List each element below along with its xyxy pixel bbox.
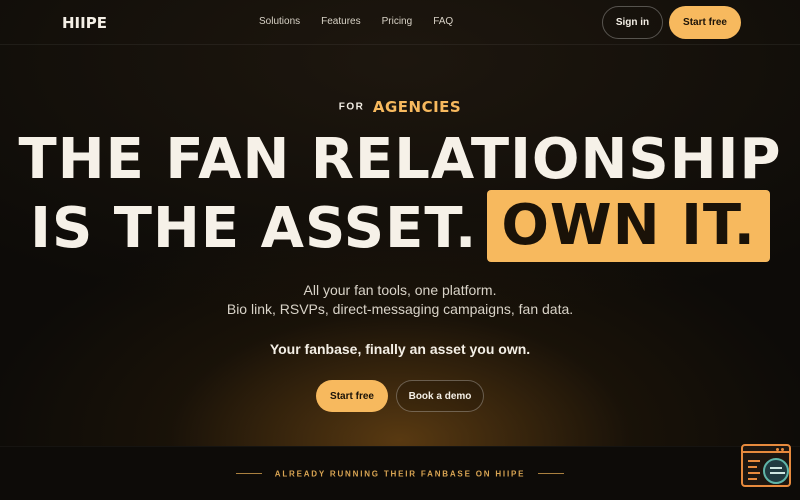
eyebrow-audience: AGENCIES — [372, 98, 462, 116]
widget-dot — [781, 448, 784, 451]
headline-line-1: THE FAN RELATIONSHIP — [18, 127, 782, 192]
nav-links: Solutions Features Pricing FAQ — [259, 16, 474, 27]
hero-eyebrow: FOR AGENCIES — [0, 98, 800, 116]
divider-line-right — [537, 473, 564, 475]
headline-line-2: IS THE ASSET. OWN IT. — [0, 190, 800, 268]
landing-page: HIIPE Solutions Features Pricing FAQ Sig… — [0, 0, 800, 500]
headline-highlight: OWN IT. — [487, 190, 770, 262]
top-nav: HIIPE Solutions Features Pricing FAQ Sig… — [0, 0, 800, 45]
nav-link-features[interactable]: Features — [321, 16, 360, 27]
social-proof-heading: ALREADY RUNNING THEIR FANBASE ON HIIPE — [0, 465, 800, 483]
headline-line-2-text: IS THE ASSET. — [30, 196, 478, 262]
sign-in-button[interactable]: Sign in — [602, 6, 663, 39]
chat-bubble-icon — [763, 458, 789, 484]
bubble-line — [770, 472, 785, 474]
hero-subtitle-line-1: All your fan tools, one platform. — [303, 282, 497, 298]
widget-text-line — [748, 466, 757, 468]
hero-start-free-button[interactable]: Start free — [316, 380, 388, 412]
divider-line-left — [236, 473, 263, 475]
widget-dot — [776, 448, 779, 451]
book-demo-button[interactable]: Book a demo — [396, 380, 484, 412]
nav-link-faq[interactable]: FAQ — [433, 16, 453, 27]
eyebrow-prefix: FOR — [338, 101, 365, 113]
widget-titlebar — [743, 446, 789, 453]
chat-widget-icon[interactable] — [741, 444, 791, 487]
nav-link-solutions[interactable]: Solutions — [259, 16, 300, 27]
hero-tagline: Your fanbase, finally an asset you own. — [269, 341, 531, 357]
hiipe-logo[interactable]: HIIPE — [62, 14, 107, 32]
widget-text-line — [748, 478, 757, 480]
bubble-line — [770, 467, 782, 469]
social-proof-label: ALREADY RUNNING THEIR FANBASE ON HIIPE — [274, 469, 526, 479]
widget-text-line — [748, 460, 760, 462]
nav-link-pricing[interactable]: Pricing — [382, 16, 413, 27]
hero-subtitle-line-2: Bio link, RSVPs, direct-messaging campai… — [226, 301, 574, 317]
widget-text-line — [748, 472, 760, 474]
nav-start-free-button[interactable]: Start free — [669, 6, 741, 39]
